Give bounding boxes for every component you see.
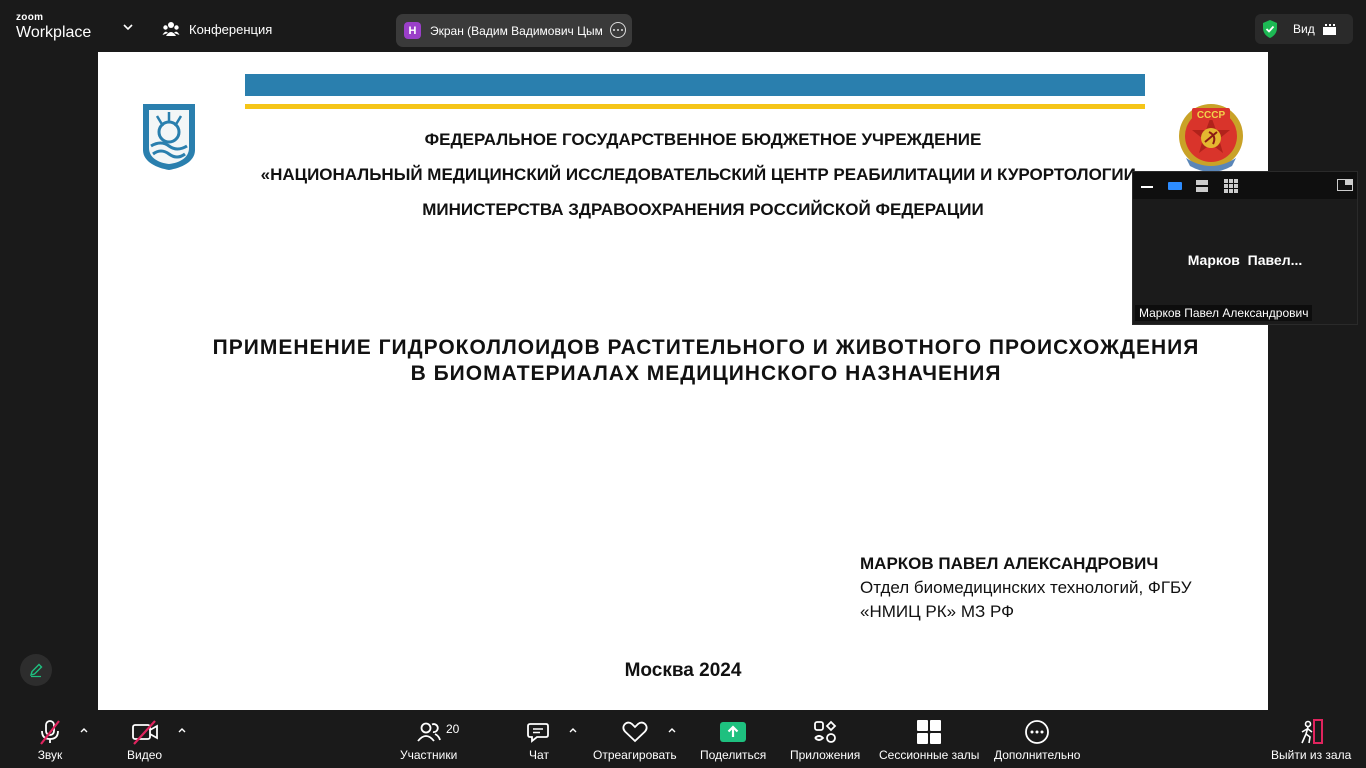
participants-count: 20: [446, 722, 460, 736]
video-window-toolbar: [1133, 172, 1357, 199]
breakout-rooms-label: Сессионные залы: [879, 748, 980, 762]
zoom-logo: zoom Workplace: [16, 13, 91, 41]
meeting-label: Конференция: [189, 21, 273, 37]
speaker-view-icon[interactable]: [1168, 182, 1182, 190]
slide-blue-bar: [245, 74, 1145, 96]
chat-label: Чат: [529, 748, 549, 762]
shared-screen-slide: СССР ФЕДЕРАЛЬНОЕ ГОСУДАРСТВЕННОЕ БЮДЖЕТН…: [98, 52, 1268, 710]
slide-yellow-bar: [245, 104, 1145, 109]
minimize-icon[interactable]: [1141, 186, 1153, 189]
react-label: Отреагировать: [593, 748, 677, 762]
exit-minimized-icon[interactable]: [1337, 179, 1353, 191]
view-button[interactable]: Вид: [1255, 14, 1353, 44]
logo-workplace-text: Workplace: [16, 24, 92, 41]
breakout-rooms-button[interactable]: Сессионные залы: [879, 718, 979, 762]
logo-zoom-text: zoom: [16, 12, 44, 23]
slide-city-year: Москва 2024: [624, 660, 742, 681]
audio-label: Звук: [37, 748, 63, 762]
more-icon: [1025, 720, 1050, 744]
more-button[interactable]: Дополнительно: [994, 718, 1080, 762]
share-label: Поделиться: [700, 748, 767, 762]
order-text: СССР: [1197, 110, 1226, 121]
share-screen-icon: [720, 722, 747, 742]
participants-label: Участники: [400, 748, 458, 762]
sharer-avatar: Н: [404, 22, 421, 39]
stop-video-button[interactable]: Видео: [127, 718, 162, 762]
gallery-view-icon[interactable]: [1224, 179, 1238, 193]
stacked-view-icon[interactable]: [1196, 180, 1208, 192]
leave-label: Выйти из зала: [1271, 748, 1352, 762]
meeting-controls-toolbar: Звук Видео Участники 20 Чат Отреагироват…: [0, 710, 1366, 768]
security-shield-icon: [1263, 20, 1277, 38]
top-bar: zoom Workplace Конференция Н Экран (Вади…: [0, 0, 1366, 52]
participants-icon: [416, 722, 441, 742]
leave-room-button[interactable]: Выйти из зала: [1271, 718, 1351, 762]
heart-icon: [622, 721, 648, 743]
pencil-icon: [29, 663, 43, 678]
slide-title-line-2: В БИОМАТЕРИАЛАХ МЕДИЦИНСКОГО НАЗНАЧЕНИЯ: [410, 362, 1002, 385]
react-options-caret-icon[interactable]: [667, 726, 677, 734]
chevron-down-icon[interactable]: [121, 20, 135, 34]
more-options-icon[interactable]: [610, 22, 626, 38]
breakout-rooms-icon: [917, 720, 942, 744]
video-label: Видео: [127, 748, 163, 762]
annotate-button[interactable]: [20, 654, 52, 686]
video-camera-off-icon: [131, 720, 158, 745]
author-institution: «НМИЦ РК» МЗ РФ: [860, 602, 1015, 621]
participant-display-name: Марков Павел...: [1187, 252, 1303, 268]
participant-video-window[interactable]: Марков Павел... Марков Павел Александров…: [1132, 171, 1358, 325]
screen-share-label: Экран (Вадим Вадимович Цымба: [430, 23, 602, 38]
slide-header-line-2: «НАЦИОНАЛЬНЫЙ МЕДИЦИНСКИЙ ИССЛЕДОВАТЕЛЬС…: [260, 165, 1146, 184]
chat-options-caret-icon[interactable]: [568, 726, 578, 734]
participant-name-label: Марков Павел Александрович: [1135, 305, 1313, 321]
leave-door-icon: [1301, 719, 1324, 744]
chat-button[interactable]: Чат: [526, 718, 552, 762]
video-options-caret-icon[interactable]: [177, 726, 187, 734]
apps-label: Приложения: [790, 748, 861, 762]
apps-button[interactable]: Приложения: [790, 718, 860, 762]
zoom-window: zoom Workplace Конференция Н Экран (Вади…: [0, 0, 1366, 768]
mute-audio-button[interactable]: Звук: [36, 718, 64, 762]
audio-options-caret-icon[interactable]: [79, 726, 89, 734]
view-label: Вид: [1293, 22, 1315, 36]
author-name: МАРКОВ ПАВЕЛ АЛЕКСАНДРОВИЧ: [860, 554, 1159, 573]
slide-header-line-1: ФЕДЕРАЛЬНОЕ ГОСУДАРСТВЕННОЕ БЮДЖЕТНОЕ УЧ…: [424, 130, 982, 149]
more-label: Дополнительно: [994, 748, 1081, 762]
people-group-icon: [162, 22, 180, 36]
meeting-info-button[interactable]: Конференция: [162, 20, 272, 38]
apps-icon: [814, 720, 837, 743]
react-button[interactable]: Отреагировать: [593, 718, 677, 762]
slide-header-line-3: МИНИСТЕРСТВА ЗДРАВООХРАНЕНИЯ РОССИЙСКОЙ …: [422, 200, 984, 219]
share-screen-button[interactable]: Поделиться: [700, 718, 766, 762]
slide-author-block: МАРКОВ ПАВЕЛ АЛЕКСАНДРОВИЧ Отдел биомеди…: [860, 552, 1192, 624]
view-layout-icon: [1322, 23, 1336, 35]
author-department: Отдел биомедицинских технологий, ФГБУ: [860, 578, 1192, 597]
microphone-muted-icon: [40, 720, 60, 745]
chat-icon: [527, 723, 549, 743]
screen-share-indicator[interactable]: Н Экран (Вадим Вадимович Цымба: [396, 14, 632, 47]
slide-title-line-1: ПРИМЕНЕНИЕ ГИДРОКОЛЛОИДОВ РАСТИТЕЛЬНОГО …: [212, 336, 1200, 359]
